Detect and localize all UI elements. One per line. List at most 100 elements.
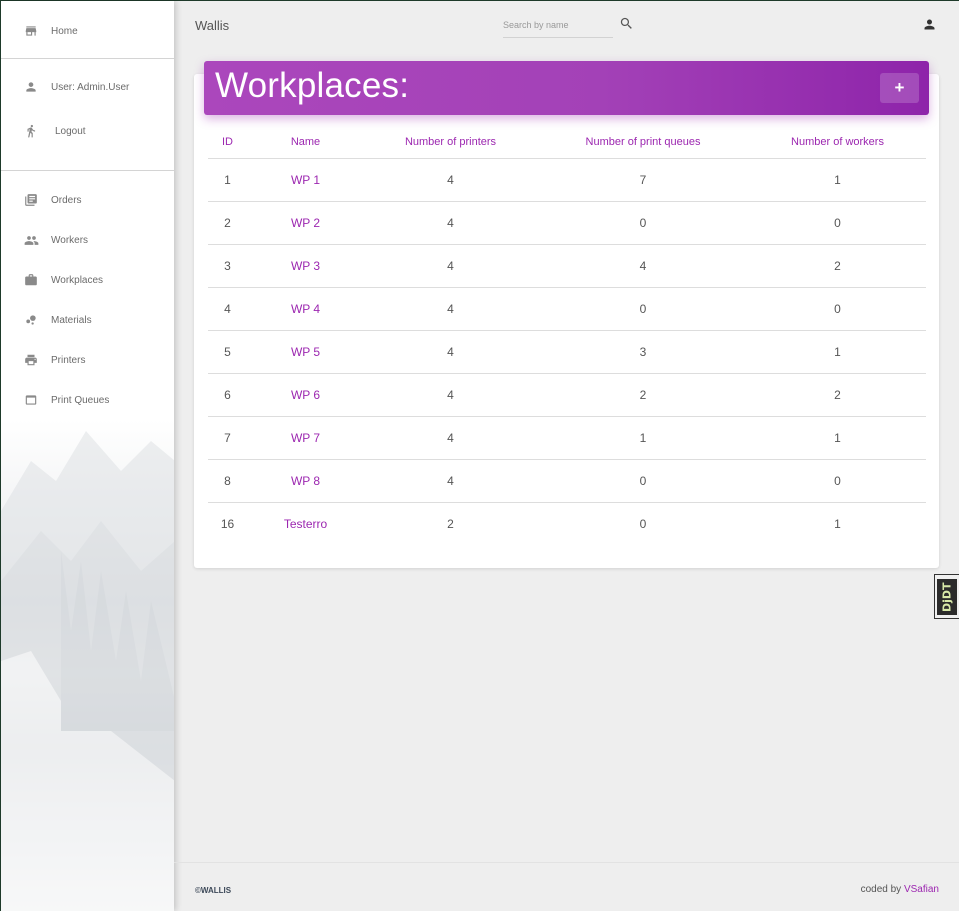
search-icon [620,17,632,29]
sidebar-item-label: Print Queues [51,394,110,406]
column-header-workers: Number of workers [749,126,926,159]
sidebar: Home User: Admin.User Logout Orders Work… [0,1,174,911]
sidebar-item-logout[interactable]: Logout [1,117,174,145]
store-icon [23,23,39,39]
cell-id: 5 [208,330,247,374]
table-row: 6 WP 6 4 2 2 [208,373,926,417]
column-header-printers: Number of printers [364,126,537,159]
cell-print-queues: 3 [537,330,749,374]
table-row: 16 Testerro 2 0 1 [208,503,926,546]
workplace-link[interactable]: WP 7 [247,416,364,460]
search-input[interactable] [503,16,611,30]
search-field [503,15,613,38]
sidebar-background-image [1,431,174,911]
cell-printers: 4 [364,287,537,331]
sidebar-item-print-queues[interactable]: Print Queues [1,386,174,414]
table-row: 3 WP 3 4 4 2 [208,244,926,288]
cell-print-queues: 7 [537,158,749,202]
sidebar-item-home[interactable]: Home [1,17,174,45]
person-icon [924,19,935,30]
bubble-chart-icon [23,312,39,328]
cell-printers: 4 [364,416,537,460]
table-row: 5 WP 5 4 3 1 [208,330,926,374]
workplace-link[interactable]: WP 4 [247,287,364,331]
briefcase-icon [23,272,39,288]
footer-divider [174,862,959,863]
column-header-name: Name [247,126,364,159]
cell-printers: 4 [364,244,537,288]
web-asset-icon [23,392,39,408]
sidebar-item-label: User: Admin.User [51,81,130,93]
cell-print-queues: 0 [639,517,647,531]
sidebar-item-label: Printers [51,354,86,366]
workplace-link[interactable]: WP 6 [247,373,364,417]
cell-printers: 4 [364,330,537,374]
cell-print-queues: 0 [537,287,749,331]
sidebar-item-materials[interactable]: Materials [1,306,174,334]
cell-workers: 1 [749,330,926,374]
sidebar-item-label: Workplaces [51,274,104,286]
table-header-row: ID Name Number of printers Number of pri… [208,126,926,159]
cell-id: 1 [208,158,247,202]
author-link[interactable]: VSafian [904,884,939,895]
page-title: Workplaces: [215,66,410,105]
cell-workers: 1 [834,517,841,531]
workplace-link[interactable]: WP 5 [247,330,364,374]
cell-workers: 2 [749,373,926,417]
navbar-brand[interactable]: Wallis [195,18,229,33]
cell-workers: 0 [749,201,926,245]
sidebar-item-label: Orders [51,194,82,206]
column-header-print-queues: Number of print queues [537,126,749,159]
sidebar-item-workplaces[interactable]: Workplaces [1,266,174,294]
cell-print-queues: 4 [537,244,749,288]
cell-id: 4 [208,287,247,331]
sidebar-divider [1,58,174,59]
cell-print-queues: 1 [537,416,749,460]
group-icon [23,232,39,248]
cell-print-queues: 2 [537,373,749,417]
column-header-id: ID [208,126,247,159]
sidebar-item-workers[interactable]: Workers [1,226,174,254]
printer-icon [23,352,39,368]
debug-toolbar-label: DjDT [937,579,957,615]
workplace-link[interactable]: WP 2 [247,201,364,245]
run-icon [23,123,39,139]
table-row: 7 WP 7 4 1 1 [208,416,926,460]
sidebar-item-orders[interactable]: Orders [1,186,174,214]
cell-print-queues: 0 [537,459,749,503]
cell-printers: 2 [447,517,454,531]
workplace-link[interactable]: WP 8 [247,459,364,503]
cell-printers: 4 [364,158,537,202]
cell-workers: 2 [749,244,926,288]
footer-copyright: ©WALLIS [195,886,232,895]
sidebar-divider [1,170,174,171]
search-button[interactable] [619,16,635,32]
workplaces-table: ID Name Number of printers Number of pri… [208,126,926,545]
user-menu-button[interactable] [922,17,938,33]
cell-workers: 0 [749,287,926,331]
workplace-link[interactable]: Testerro [247,503,364,546]
add-workplace-button[interactable]: + [880,73,919,103]
cell-id: 3 [208,244,247,288]
cell-workers: 0 [749,459,926,503]
table-row: 8 WP 8 4 0 0 [208,459,926,503]
cell-print-queues: 0 [537,201,749,245]
cell-printers: 4 [364,201,537,245]
debug-toolbar-handle[interactable]: DjDT [934,574,959,619]
footer-credits: coded by VSafian [861,884,939,895]
workplace-link[interactable]: WP 3 [247,244,364,288]
cell-id: 16 [220,517,235,531]
card-header: Workplaces: + [204,61,929,115]
person-icon [23,79,39,95]
cell-id: 2 [208,201,247,245]
workplace-link[interactable]: WP 1 [247,158,364,202]
library-books-icon [23,192,39,208]
cell-id: 8 [208,459,247,503]
sidebar-item-user[interactable]: User: Admin.User [1,73,174,101]
sidebar-item-printers[interactable]: Printers [1,346,174,374]
cell-workers: 1 [749,158,926,202]
cell-id: 7 [208,416,247,460]
sidebar-item-label: Logout [55,125,86,137]
table-row: 2 WP 2 4 0 0 [208,201,926,245]
table-row: 4 WP 4 4 0 0 [208,287,926,331]
